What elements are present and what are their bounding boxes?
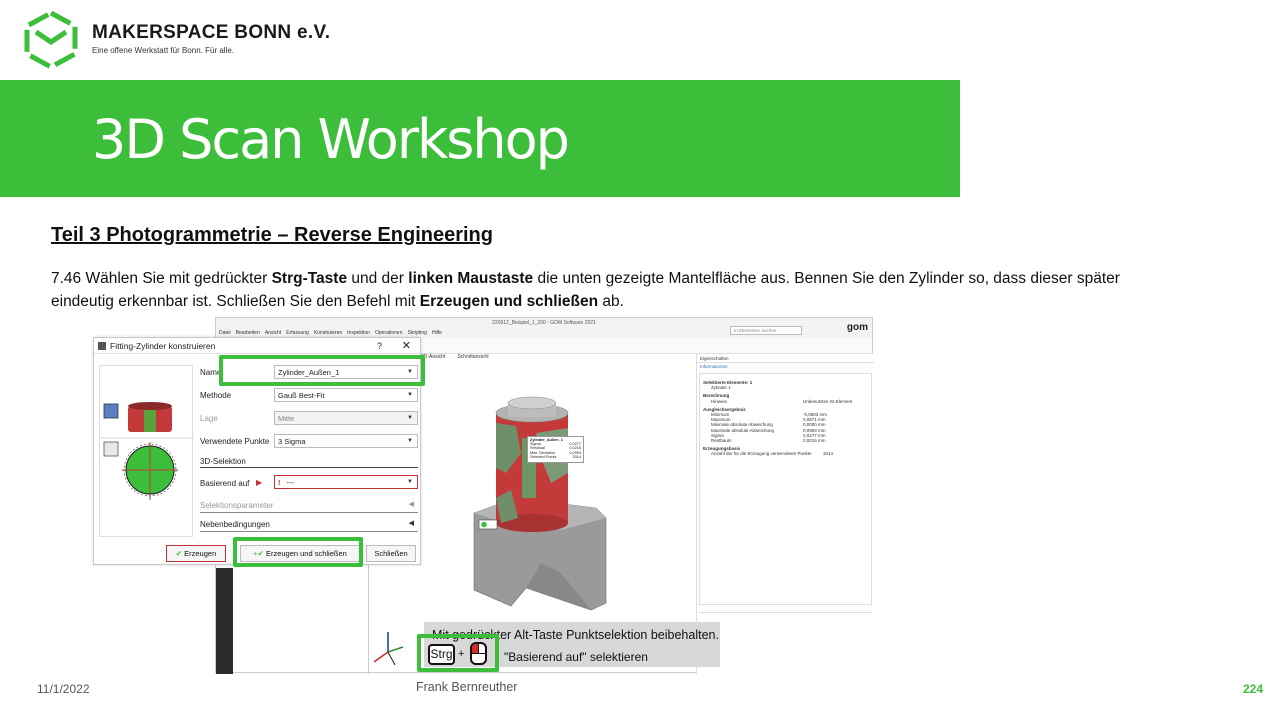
menu-item[interactable]: Operationen xyxy=(375,330,403,336)
props-row: Anzahl der für die Erzeugung verwendeten… xyxy=(703,451,868,456)
instr-bold: linken Maustaste xyxy=(408,270,534,287)
menu-item[interactable]: Bearbeiten xyxy=(236,330,260,336)
left-dock-strip xyxy=(216,568,233,674)
separator xyxy=(200,531,418,532)
callout-row: Selected Points 3314 xyxy=(530,455,581,459)
based-on-select[interactable]: ! --- ▼ xyxy=(274,475,418,489)
hint-line-2: "Basierend auf" selektieren xyxy=(504,650,648,664)
brand-tagline: Eine offene Werkstatt für Bonn. Für alle… xyxy=(92,46,234,55)
props-bottom-area xyxy=(699,612,872,672)
props-row: Restbaum 0,0216 mm xyxy=(703,438,868,443)
callout-key: Selected Points xyxy=(530,454,557,459)
axis-triad-icon xyxy=(373,632,404,666)
fit-result-callout: Zylinder_Außen_1 Sigma 0,0277 Residual 0… xyxy=(527,436,584,463)
close-icon[interactable]: ✕ xyxy=(402,338,411,354)
plus-sign: + xyxy=(458,648,465,660)
method-label: Methode xyxy=(200,391,232,400)
footer-date: 11/1/2022 xyxy=(37,682,90,696)
position-select: Mitte ▼ xyxy=(274,411,418,425)
instr-part: und der xyxy=(347,270,409,287)
app-search-input[interactable]: In Elementen suchen xyxy=(730,326,802,335)
instr-bold: Erzeugen und schließen xyxy=(419,293,599,310)
position-label: Lage xyxy=(200,414,218,423)
help-icon[interactable]: ? xyxy=(377,338,382,354)
create-button[interactable]: ✔ Erzeugen xyxy=(166,545,226,562)
highlight-create-close-button xyxy=(233,537,363,567)
separator xyxy=(200,512,418,513)
3d-model-view[interactable] xyxy=(466,378,616,628)
selection-params-label[interactable]: Selektionsparameter xyxy=(200,501,273,510)
cylinder-preview-pane xyxy=(99,365,194,537)
footer-author: Frank Bernreuther xyxy=(416,680,518,694)
props-val: 0,0216 mm xyxy=(803,438,826,444)
props-row: Hinweis Unbenutztes Ist-Element xyxy=(703,399,868,404)
menu-item[interactable]: Ansicht xyxy=(265,330,281,336)
props-val: 3314 xyxy=(823,451,834,457)
points-select[interactable]: 3 Sigma ▼ xyxy=(274,434,418,448)
cylinder-preview-icons xyxy=(100,402,194,500)
props-key: Anzahl der für die Erzeugung verwendeten… xyxy=(711,451,812,457)
slide-title: 3D Scan Workshop xyxy=(92,108,570,171)
menu-item[interactable]: Konstruieren xyxy=(314,330,342,336)
props-body: Selektierte Elemente: 1 Zylinder 1 Berec… xyxy=(699,373,872,605)
view-tabs: 3D-Ansicht Schnittansicht xyxy=(421,354,501,363)
props-key: Zylinder 1 xyxy=(711,385,731,391)
menu-item[interactable]: Inspektion xyxy=(347,330,370,336)
based-on-value: --- xyxy=(286,478,295,487)
method-value: Gauß Best-Fit xyxy=(278,391,325,400)
page-number: 224 xyxy=(1243,682,1264,696)
warning-icon: ! xyxy=(278,478,281,487)
instructions-text: 7.46 Wählen Sie mit gedrückter Strg-Tast… xyxy=(51,267,1131,313)
position-value: Mitte xyxy=(278,414,295,423)
section-title: Teil 3 Photogrammetrie – Reverse Enginee… xyxy=(51,224,493,246)
instr-bold: Strg-Taste xyxy=(271,270,348,287)
highlight-name-field xyxy=(219,355,425,386)
props-key: Restbaum xyxy=(711,438,732,444)
props-row: Zylinder 1 xyxy=(703,385,868,390)
strg-key-icon: Strg xyxy=(428,644,455,665)
menu-item[interactable]: Skripting xyxy=(407,330,426,336)
props-key: Hinweis xyxy=(711,398,727,404)
close-button[interactable]: Schließen xyxy=(366,545,416,562)
makerspace-logo-icon xyxy=(24,10,78,70)
pick-arrow-icon: ▶ xyxy=(256,478,263,487)
dropdown-arrow-icon: ▼ xyxy=(407,392,413,398)
props-tab[interactable]: Eigenschaften xyxy=(697,354,874,363)
gom-logo: gom xyxy=(846,322,868,333)
based-on-label: Basierend auf xyxy=(200,479,250,488)
section-3d-selection[interactable]: 3D-Selektion xyxy=(200,456,418,468)
left-mouse-button-icon xyxy=(470,642,487,665)
callout-val: 3314 xyxy=(572,454,581,459)
view-side-icon xyxy=(103,403,119,419)
constraints-label[interactable]: Nebenbedingungen xyxy=(200,520,270,529)
props-val: Unbenutztes Ist-Element xyxy=(803,398,853,404)
menu-item[interactable]: Erfassung xyxy=(286,330,309,336)
points-value: 3 Sigma xyxy=(278,437,306,446)
dialog-title: Fitting-Zylinder konstruieren xyxy=(94,338,420,354)
tab-section-view[interactable]: Schnittansicht xyxy=(457,354,488,360)
collapse-arrow-icon: ◀ xyxy=(408,501,414,508)
create-button-label: Erzeugen xyxy=(184,549,217,558)
dropdown-arrow-icon: ▼ xyxy=(407,479,413,485)
instr-part: ab. xyxy=(598,293,624,310)
check-icon: ✔ xyxy=(175,549,183,558)
menu-item[interactable]: Hilfe xyxy=(432,330,442,336)
dropdown-arrow-icon: ▼ xyxy=(407,438,413,444)
instr-part: 7.46 Wählen Sie mit gedrückter xyxy=(51,270,272,287)
props-subtab[interactable]: Informationen xyxy=(697,363,874,371)
dropdown-arrow-icon: ▼ xyxy=(407,415,413,421)
collapse-arrow-icon: ◀ xyxy=(408,520,414,527)
brand-name: MAKERSPACE BONN e.V. xyxy=(92,22,331,43)
menu-item[interactable]: Datei xyxy=(219,330,231,336)
properties-panel: Eigenschaften Informationen Selektierte … xyxy=(696,354,874,674)
method-select[interactable]: Gauß Best-Fit ▼ xyxy=(274,388,418,402)
view-top-icon xyxy=(103,441,119,457)
points-label: Verwendete Punkte xyxy=(200,437,270,446)
